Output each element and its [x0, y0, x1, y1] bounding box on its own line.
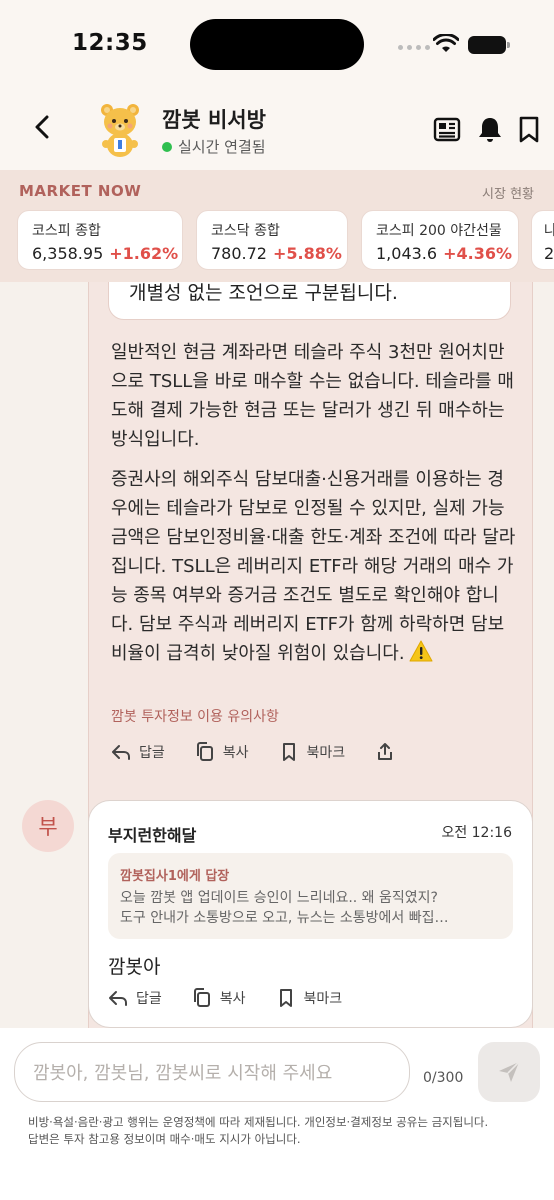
market-card-kospi200-night-futures[interactable]: 코스피 200 야간선물 1,043.6 +4.36%: [361, 210, 519, 270]
reply-label: 답글: [139, 745, 165, 761]
signal-dots-icon: [398, 45, 430, 50]
user-message-text: 깜봇아: [108, 956, 161, 978]
market-card-name: 코스피 종합: [32, 223, 101, 239]
market-card-partial[interactable]: 나 2: [531, 210, 554, 270]
market-now-panel: MARKET NOW 시장 현황 코스피 종합 6,358.95 +1.62% 코…: [0, 170, 554, 282]
status-bar: 12:35: [0, 0, 554, 92]
wifi-icon: [433, 34, 459, 52]
market-title: MARKET NOW: [19, 182, 142, 200]
reply-icon: [109, 991, 127, 1006]
bookmark-button[interactable]: 북마크: [276, 988, 343, 1008]
chat-message-list[interactable]: 개별성 없는 조언으로 구분됩니다. 일반적인 현금 계좌라면 테슬라 주식 3…: [0, 282, 554, 1028]
bear-mascot-avatar: [101, 104, 139, 157]
quoted-text: 개별성 없는 조언으로 구분됩니다.: [129, 282, 398, 304]
market-card-change: +4.36%: [443, 244, 512, 263]
bot-paragraph-2: 증권사의 해외주식 담보대출·신용거래를 이용하는 경우에는 테슬라가 담보로 …: [111, 465, 516, 668]
warning-icon: [409, 640, 433, 662]
market-card-change: +1.62%: [109, 244, 179, 263]
policy-line-1: 비방·욕설·음란·광고 행위는 운영정책에 따라 제재됩니다. 개인정보·결제정…: [28, 1115, 489, 1129]
market-card-change: +5.88%: [272, 244, 342, 263]
message-input[interactable]: 깜봇아, 깜봇님, 깜봇씨로 시작해 주세요: [14, 1042, 410, 1102]
bell-icon[interactable]: [475, 114, 505, 144]
user-avatar[interactable]: 부: [22, 800, 74, 852]
market-subtitle: 시장 현황: [482, 187, 534, 202]
bookmark-label: 북마크: [303, 991, 343, 1007]
bot-paragraph-1: 일반적인 현금 계좌라면 테슬라 주식 3천만 원어치만으로 TSLL을 바로 …: [111, 338, 516, 454]
newspaper-icon[interactable]: [432, 114, 462, 144]
market-card-name: 코스닥 종합: [211, 223, 280, 239]
market-card-value: 1,043.6: [376, 244, 438, 263]
bookmark-icon: [279, 989, 292, 1007]
policy-line-2: 답변은 투자 참고용 정보이며 매수·매도 지시가 아닙니다.: [28, 1132, 301, 1146]
connection-status-label: 실시간 연결됨: [178, 138, 266, 156]
message-input-placeholder: 깜봇아, 깜봇님, 깜봇씨로 시작해 주세요: [33, 1063, 333, 1084]
copy-label: 복사: [222, 745, 249, 761]
reply-icon: [112, 745, 130, 760]
reply-preview-line-2: 도구 안내가 소통방으로 오고, 뉴스는 소통방에서 빠집…: [120, 910, 449, 926]
message-timestamp: 오전 12:16: [441, 825, 512, 841]
back-arrow-icon[interactable]: [28, 112, 58, 142]
copy-label: 복사: [219, 991, 246, 1007]
user-message-actions: 답글 복사 북마크: [108, 988, 372, 1008]
policy-notice: 비방·욕설·음란·광고 행위는 운영정책에 따라 제재됩니다. 개인정보·결제정…: [28, 1114, 538, 1148]
battery-icon: [468, 36, 510, 54]
send-icon: [499, 1061, 520, 1082]
market-card-name: 코스피 200 야간선물: [376, 223, 502, 239]
bot-message-actions: 답글 복사 북마크: [111, 742, 425, 762]
chat-room-title: 깜봇 비서방: [162, 108, 266, 132]
chat-header: 깜봇 비서방 실시간 연결됨: [0, 92, 554, 170]
reply-button[interactable]: 답글: [111, 742, 165, 762]
reply-preview-line-1: 오늘 깜봇 앱 업데이트 승인이 느리네요.. 왜 움직였지?: [120, 890, 438, 906]
char-counter: 0/300: [423, 1070, 464, 1086]
reply-preview[interactable]: 깜봇집사1에게 답장 오늘 깜봇 앱 업데이트 승인이 느리네요.. 왜 움직였…: [108, 853, 513, 939]
connection-status: 실시간 연결됨: [162, 136, 266, 157]
send-button[interactable]: [478, 1042, 540, 1102]
online-dot-icon: [162, 141, 172, 152]
market-card-kospi[interactable]: 코스피 종합 6,358.95 +1.62%: [17, 210, 183, 270]
market-card-value: 780.72: [211, 244, 267, 263]
investment-disclaimer-link[interactable]: 깜봇 투자정보 이용 유의사항: [111, 706, 279, 726]
market-card-value: 2: [544, 244, 554, 263]
bot-paragraph-1-text: 일반적인 현금 계좌라면 테슬라 주식 3천만 원어치만으로 TSLL을 바로 …: [111, 342, 514, 450]
bookmark-button[interactable]: 북마크: [279, 742, 346, 762]
copy-button[interactable]: 복사: [195, 742, 249, 762]
market-card-name: 나: [544, 223, 554, 239]
share-button[interactable]: [375, 742, 395, 762]
market-card-value: 6,358.95: [32, 244, 104, 263]
status-time: 12:35: [72, 30, 148, 56]
bookmark-icon: [282, 743, 295, 761]
composer-bar: 깜봇아, 깜봇님, 깜봇씨로 시작해 주세요 0/300 비방·욕설·음란·광고…: [0, 1028, 554, 1200]
share-icon: [378, 743, 393, 760]
copy-icon: [196, 742, 213, 761]
user-name: 부지런한해달: [108, 826, 197, 845]
copy-icon: [193, 988, 210, 1007]
copy-button[interactable]: 복사: [192, 988, 246, 1008]
reply-target: 깜봇집사1에게 답장: [120, 869, 230, 884]
market-card-kosdaq[interactable]: 코스닥 종합 780.72 +5.88%: [196, 210, 348, 270]
bookmark-icon[interactable]: [514, 114, 544, 144]
reply-label: 답글: [136, 991, 162, 1007]
bookmark-label: 북마크: [306, 745, 346, 761]
dynamic-island: [190, 19, 364, 70]
reply-button[interactable]: 답글: [108, 988, 162, 1008]
bot-paragraph-2-text: 증권사의 해외주식 담보대출·신용거래를 이용하는 경우에는 테슬라가 담보로 …: [111, 469, 516, 664]
